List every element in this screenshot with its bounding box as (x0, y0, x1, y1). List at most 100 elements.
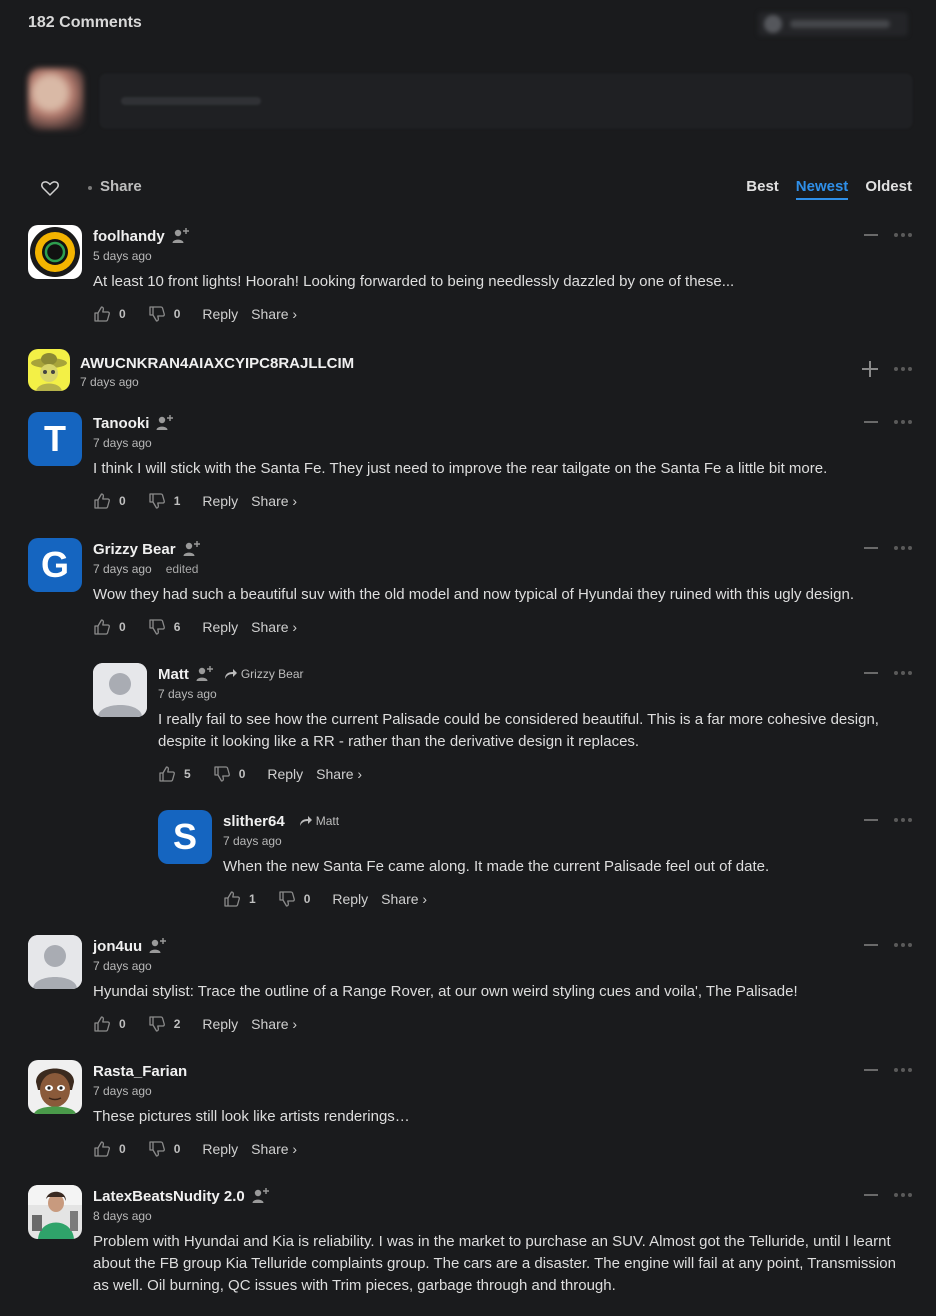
collapse-icon[interactable] (864, 421, 878, 423)
upvote-button[interactable]: 0 (93, 618, 126, 636)
reply-button[interactable]: Reply (202, 1016, 238, 1032)
timestamp[interactable]: 7 days ago (223, 834, 912, 850)
reply-button[interactable]: Reply (202, 493, 238, 509)
upvote-button[interactable]: 0 (93, 305, 126, 323)
collapse-icon[interactable] (864, 672, 878, 674)
share-thread-button[interactable]: Share (100, 178, 142, 195)
timestamp[interactable]: 7 days ago (93, 1084, 912, 1100)
share-button[interactable]: Share › (251, 493, 297, 509)
author-name[interactable]: foolhandy (93, 228, 165, 245)
heart-icon[interactable] (40, 178, 60, 198)
follow-user-icon[interactable] (172, 227, 190, 245)
upvote-count: 5 (184, 767, 191, 781)
reply-button[interactable]: Reply (202, 1141, 238, 1157)
comment-controls (864, 412, 912, 432)
upvote-button[interactable]: 1 (223, 890, 256, 908)
collapse-icon[interactable] (864, 944, 878, 946)
comment-text: These pictures still look like artists r… (93, 1108, 410, 1125)
sort-oldest[interactable]: Oldest (865, 178, 912, 200)
timestamp[interactable]: 7 days ago (80, 375, 912, 391)
author-name[interactable]: Rasta_Farian (93, 1063, 187, 1080)
comment-body: AWUCNKRAN4AIAXCYIPC8RAJLLCIM 7 days ago (80, 349, 912, 391)
timestamp[interactable]: 7 days ago (93, 562, 152, 576)
more-options-icon[interactable] (894, 420, 912, 424)
avatar[interactable]: G (28, 538, 82, 592)
author-name[interactable]: Tanooki (93, 415, 149, 432)
timestamp[interactable]: 5 days ago (93, 249, 912, 265)
downvote-button[interactable]: 0 (213, 765, 245, 783)
avatar[interactable] (28, 349, 70, 391)
reply-button[interactable]: Reply (332, 891, 368, 907)
comment-meta: 7 days ago edited (93, 562, 912, 578)
more-options-icon[interactable] (894, 367, 912, 371)
avatar[interactable] (28, 1060, 82, 1114)
comment-actions: 0 1 Reply Share › (93, 490, 912, 512)
downvote-button[interactable]: 2 (148, 1015, 180, 1033)
author-name[interactable]: Grizzy Bear (93, 541, 176, 558)
reply-to-link[interactable]: Matt (299, 814, 339, 828)
collapse-icon[interactable] (864, 1194, 878, 1196)
share-button[interactable]: Share › (381, 891, 427, 907)
avatar[interactable]: S (158, 810, 212, 864)
upvote-button[interactable]: 0 (93, 1015, 126, 1033)
downvote-button[interactable]: 0 (148, 1140, 180, 1158)
reply-button[interactable]: Reply (202, 306, 238, 322)
share-button[interactable]: Share › (251, 306, 297, 322)
more-options-icon[interactable] (894, 1193, 912, 1197)
comment-input[interactable] (100, 74, 912, 128)
avatar[interactable] (93, 663, 147, 717)
reply-to-link[interactable]: Grizzy Bear (224, 667, 304, 681)
downvote-button[interactable]: 6 (148, 618, 180, 636)
avatar[interactable]: T (28, 412, 82, 466)
share-button[interactable]: Share › (251, 619, 297, 635)
upvote-button[interactable]: 5 (158, 765, 191, 783)
more-options-icon[interactable] (894, 671, 912, 675)
upvote-count: 0 (119, 1017, 126, 1031)
follow-user-icon[interactable] (196, 665, 214, 683)
timestamp[interactable]: 7 days ago (93, 959, 912, 975)
author-name[interactable]: slither64 (223, 813, 285, 830)
author-name[interactable]: Matt (158, 666, 189, 683)
expand-icon[interactable] (862, 361, 878, 377)
more-options-icon[interactable] (894, 1068, 912, 1072)
downvote-button[interactable]: 0 (278, 890, 310, 908)
reply-button[interactable]: Reply (267, 766, 303, 782)
timestamp[interactable]: 8 days ago (93, 1209, 912, 1225)
downvote-button[interactable]: 1 (148, 492, 180, 510)
avatar[interactable] (28, 1185, 82, 1239)
upvote-button[interactable]: 0 (93, 1140, 126, 1158)
more-options-icon[interactable] (894, 818, 912, 822)
more-options-icon[interactable] (894, 943, 912, 947)
author-name[interactable]: LatexBeatsNudity 2.0 (93, 1188, 245, 1205)
timestamp[interactable]: 7 days ago (158, 687, 912, 703)
share-button[interactable]: Share › (251, 1016, 297, 1032)
share-button[interactable]: Share › (251, 1141, 297, 1157)
follow-user-icon[interactable] (156, 414, 174, 432)
reply-button[interactable]: Reply (202, 619, 238, 635)
follow-user-icon[interactable] (183, 540, 201, 558)
upvote-count: 0 (119, 1142, 126, 1156)
avatar[interactable] (28, 935, 82, 989)
downvote-button[interactable]: 0 (148, 305, 181, 323)
comments-header: 182 Comments (28, 10, 908, 40)
user-avatar (764, 15, 782, 33)
follow-user-icon[interactable] (149, 937, 167, 955)
downvote-count: 0 (173, 307, 181, 321)
author-name[interactable]: AWUCNKRAN4AIAXCYIPC8RAJLLCIM (80, 355, 354, 372)
share-button[interactable]: Share › (316, 766, 362, 782)
collapse-icon[interactable] (864, 819, 878, 821)
upvote-button[interactable]: 0 (93, 492, 126, 510)
collapse-icon[interactable] (864, 1069, 878, 1071)
collapse-icon[interactable] (864, 234, 878, 236)
author-name[interactable]: jon4uu (93, 938, 142, 955)
more-options-icon[interactable] (894, 546, 912, 550)
more-options-icon[interactable] (894, 233, 912, 237)
sort-best[interactable]: Best (746, 178, 779, 200)
collapse-icon[interactable] (864, 547, 878, 549)
sort-newest[interactable]: Newest (795, 178, 849, 200)
avatar-image (28, 225, 82, 279)
timestamp[interactable]: 7 days ago (93, 436, 912, 452)
user-menu[interactable] (758, 12, 908, 36)
follow-user-icon[interactable] (252, 1187, 270, 1205)
avatar[interactable] (28, 225, 82, 279)
